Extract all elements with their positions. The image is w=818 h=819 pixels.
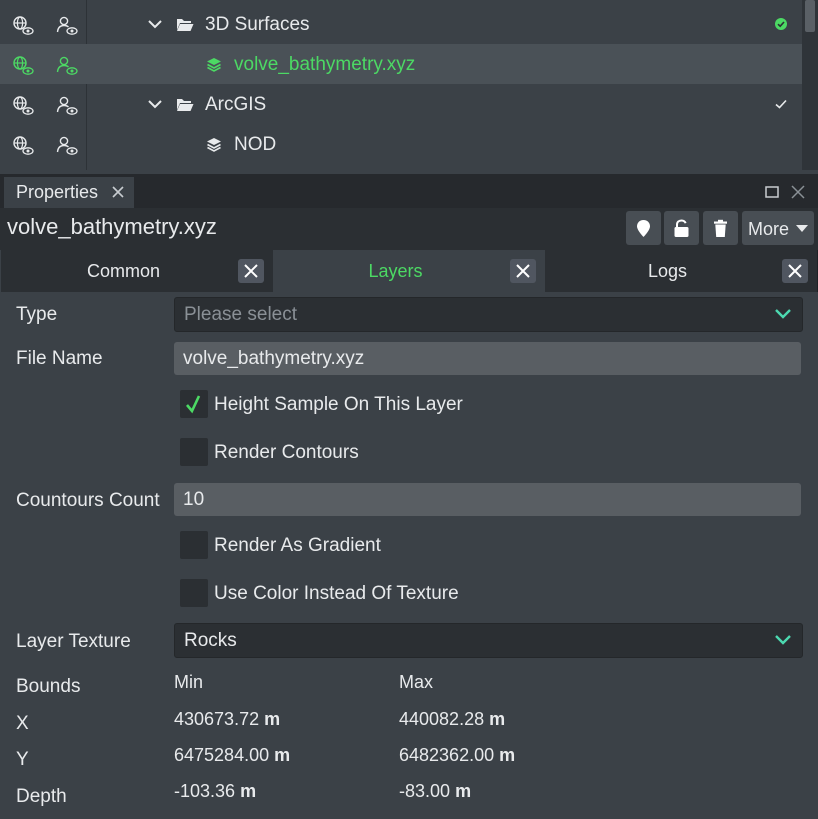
tree-row-label: volve_bathymetry.xyz (234, 54, 416, 75)
user-eye-icon[interactable] (56, 135, 78, 157)
close-icon (244, 264, 258, 278)
properties-tab-label: Properties (16, 182, 99, 202)
render-contours-label: Render Contours (214, 442, 359, 463)
tab-properties[interactable]: Properties (4, 177, 134, 208)
globe-eye-icon[interactable] (12, 55, 34, 77)
unlock-icon (674, 219, 689, 237)
close-tab-button[interactable] (238, 259, 264, 283)
check-icon (775, 99, 787, 109)
tab-layers[interactable]: Layers (273, 250, 546, 292)
tree-row-volve-bathymetry[interactable]: volve_bathymetry.xyz (0, 44, 802, 84)
tree-row-arcgis[interactable]: ArcGIS (0, 84, 802, 124)
close-icon[interactable] (111, 185, 125, 199)
tree-scrollbar[interactable] (802, 0, 818, 170)
user-eye-icon[interactable] (56, 95, 78, 117)
tab-label: Common (86, 261, 161, 281)
maximize-icon[interactable] (765, 185, 779, 199)
layers-icon (207, 58, 221, 72)
properties-tabs: Common Layers Logs (0, 250, 818, 292)
layer-texture-select[interactable]: Rocks (174, 623, 803, 658)
bounds-min-value: 6475284.00 m (174, 745, 291, 765)
bounds-row-label: X (16, 713, 29, 734)
contours-count-value: 10 (183, 489, 205, 510)
more-label: More (748, 219, 790, 239)
layer-tree: 3D Surfaces volve_bathymetry.xyz ArcGIS … (0, 0, 818, 170)
layer-title: volve_bathymetry.xyz (7, 214, 217, 239)
render-gradient-checkbox[interactable] (180, 531, 208, 559)
layers-icon (207, 138, 221, 152)
map-marker-icon (637, 220, 650, 237)
contours-count-field[interactable]: 10 (174, 483, 801, 516)
scrollbar-thumb[interactable] (805, 0, 815, 32)
checkmark-icon (186, 395, 201, 414)
tree-row-label: NOD (234, 134, 277, 155)
file-name-value: volve_bathymetry.xyz (183, 348, 365, 369)
max-header: Max (399, 672, 434, 692)
folder-open-icon (177, 19, 194, 31)
properties-header: volve_bathymetry.xyz More (0, 208, 818, 250)
caret-down-icon (796, 225, 808, 232)
use-color-checkbox[interactable] (180, 579, 208, 607)
user-eye-icon[interactable] (56, 15, 78, 37)
close-icon[interactable] (791, 185, 805, 199)
height-sample-label: Height Sample On This Layer (214, 394, 463, 415)
tree-row-nod[interactable]: NOD (0, 124, 802, 164)
lock-button[interactable] (664, 211, 699, 245)
file-name-label: File Name (16, 348, 103, 369)
tab-label: Layers (368, 261, 423, 281)
bounds-label: Bounds (16, 676, 81, 697)
chevron-down-icon[interactable] (147, 97, 163, 111)
tree-row-3d-surfaces[interactable]: 3D Surfaces (0, 4, 802, 44)
chevron-down-icon (775, 635, 791, 645)
bounds-min-value: 430673.72 m (174, 709, 281, 729)
chevron-down-icon (775, 309, 791, 319)
more-button[interactable]: More (742, 211, 814, 245)
globe-eye-icon[interactable] (12, 15, 34, 37)
contours-count-label: Countours Count (16, 490, 160, 511)
file-name-field[interactable]: volve_bathymetry.xyz (174, 342, 801, 375)
type-placeholder: Please select (184, 304, 298, 325)
locate-button[interactable] (626, 211, 661, 245)
bounds-max-value: 6482362.00 m (399, 745, 516, 765)
globe-eye-icon[interactable] (12, 95, 34, 117)
check-circle-icon (775, 18, 787, 30)
properties-dock-tabbar: Properties (0, 174, 818, 208)
user-eye-icon[interactable] (56, 55, 78, 77)
bounds-min-value: -103.36 m (174, 781, 257, 801)
close-tab-button[interactable] (782, 259, 808, 283)
min-header: Min (174, 672, 204, 692)
globe-eye-icon[interactable] (12, 135, 34, 157)
bounds-row-label: Y (16, 749, 29, 770)
layer-texture-label: Layer Texture (16, 631, 131, 652)
close-icon (516, 264, 530, 278)
render-gradient-label: Render As Gradient (214, 535, 381, 556)
tree-row-label: ArcGIS (205, 94, 267, 115)
type-label: Type (16, 304, 58, 325)
bounds-max-value: -83.00 m (399, 781, 472, 801)
trash-icon (714, 219, 727, 237)
folder-open-icon (177, 99, 194, 111)
tab-label: Logs (647, 261, 688, 281)
bounds-row-label: Depth (16, 786, 67, 807)
tab-logs[interactable]: Logs (545, 250, 818, 292)
tab-common[interactable]: Common (1, 250, 274, 292)
use-color-label: Use Color Instead Of Texture (214, 583, 459, 604)
render-contours-checkbox[interactable] (180, 438, 208, 466)
close-icon (788, 264, 802, 278)
height-sample-checkbox[interactable] (180, 390, 208, 418)
delete-button[interactable] (703, 211, 738, 245)
type-select[interactable]: Please select (174, 297, 803, 332)
layer-texture-value: Rocks (184, 630, 237, 651)
close-tab-button[interactable] (510, 259, 536, 283)
chevron-down-icon[interactable] (147, 17, 163, 31)
bounds-max-value: 440082.28 m (399, 709, 506, 729)
tree-row-label: 3D Surfaces (205, 14, 310, 35)
